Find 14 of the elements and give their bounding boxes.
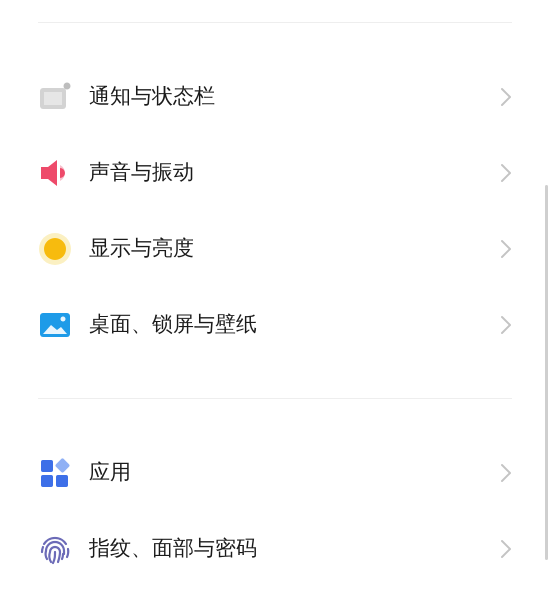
chevron-icon xyxy=(500,239,512,259)
item-label: 声音与振动 xyxy=(89,159,195,186)
apps-icon xyxy=(38,456,72,490)
chevron-icon xyxy=(500,539,512,559)
chevron-icon xyxy=(500,463,512,483)
chevron-icon xyxy=(500,87,512,107)
item-label: 通知与状态栏 xyxy=(89,83,216,110)
item-label: 桌面、锁屏与壁纸 xyxy=(89,311,258,338)
item-label: 应用 xyxy=(89,459,132,486)
sun-icon xyxy=(38,232,72,266)
chevron-icon xyxy=(500,315,512,335)
item-label: 显示与亮度 xyxy=(89,235,195,262)
chevron-icon xyxy=(500,163,512,183)
item-label: 指纹、面部与密码 xyxy=(89,535,258,562)
